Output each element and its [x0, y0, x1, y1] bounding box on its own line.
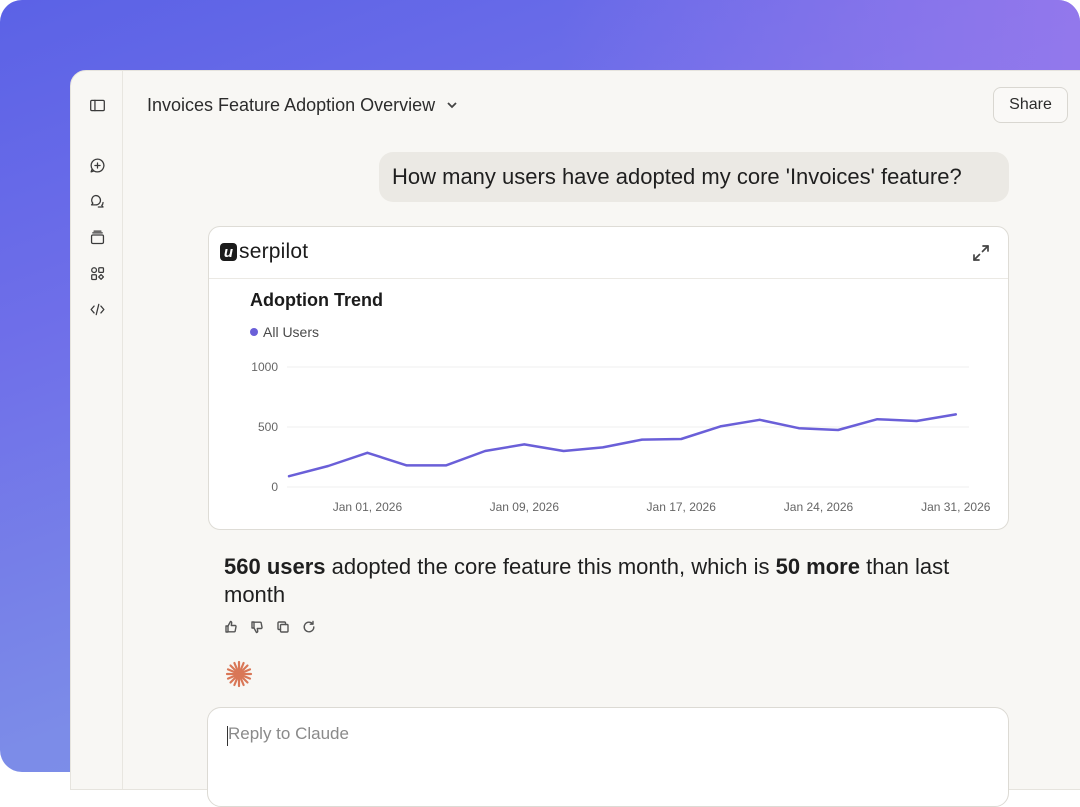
app-window: Invoices Feature Adoption Overview Share… — [70, 70, 1080, 807]
data-point — [641, 438, 643, 441]
chevron-down-icon — [447, 102, 457, 109]
thumbs-down-icon[interactable] — [250, 620, 264, 634]
artifacts-icon[interactable] — [87, 263, 107, 283]
data-point — [719, 425, 722, 428]
reply-composer[interactable] — [207, 707, 1009, 807]
chats-icon[interactable] — [87, 191, 107, 211]
x-tick-label: Jan 01, 2026 — [333, 500, 403, 514]
conversation-title[interactable]: Invoices Feature Adoption Overview — [147, 93, 459, 117]
copy-icon[interactable] — [276, 620, 290, 634]
code-icon[interactable] — [87, 299, 107, 319]
user-message: How many users have adopted my core 'Inv… — [379, 152, 1009, 202]
data-point — [288, 475, 290, 478]
data-point — [915, 420, 918, 422]
data-point — [523, 443, 526, 446]
conversation-title-text: Invoices Feature Adoption Overview — [147, 94, 436, 115]
response-actions — [224, 620, 316, 634]
assistant-answer: 560 users adopted the core feature this … — [224, 553, 1004, 609]
data-point — [837, 429, 840, 431]
sidebar-toggle-icon[interactable] — [87, 95, 107, 115]
adoption-trend-chart: 0 500 1000 Jan 01, 2026 Jan 09, 2026 Jan 17, … — [251, 360, 991, 514]
share-button[interactable]: Share — [993, 87, 1068, 123]
new-chat-icon[interactable] — [87, 155, 107, 175]
claude-spark-icon — [224, 659, 254, 689]
thumbs-up-icon[interactable] — [224, 620, 238, 634]
answer-highlight-count: 560 users — [224, 554, 326, 579]
x-tick-label: Jan 17, 2026 — [647, 500, 717, 514]
answer-text: adopted the core feature this month, whi… — [325, 554, 776, 579]
x-tick-label: Jan 24, 2026 — [784, 500, 854, 514]
data-point — [562, 450, 565, 452]
data-point — [484, 450, 487, 452]
series-line-all-users — [287, 413, 958, 478]
data-point — [954, 413, 957, 416]
data-point — [876, 418, 879, 421]
retry-icon[interactable] — [302, 620, 316, 634]
data-point — [327, 465, 330, 467]
y-tick-label: 0 — [271, 480, 278, 494]
data-point — [601, 446, 604, 449]
y-tick-label: 500 — [258, 420, 278, 434]
y-tick-label: 1000 — [251, 360, 278, 374]
answer-highlight-delta: 50 more — [775, 554, 860, 579]
data-point — [797, 427, 800, 430]
artifact-card: u serpilot Adoption Trend All Users 0 500… — [208, 226, 1009, 530]
x-tick-label: Jan 09, 2026 — [490, 500, 560, 514]
reply-input[interactable] — [228, 724, 928, 744]
data-point — [758, 418, 761, 421]
data-point — [444, 464, 447, 467]
data-point — [680, 438, 683, 440]
x-tick-label: Jan 31, 2026 — [921, 500, 991, 514]
data-point — [405, 464, 408, 467]
projects-icon[interactable] — [87, 227, 107, 247]
data-point — [366, 451, 369, 454]
sidebar-rail — [71, 71, 123, 789]
